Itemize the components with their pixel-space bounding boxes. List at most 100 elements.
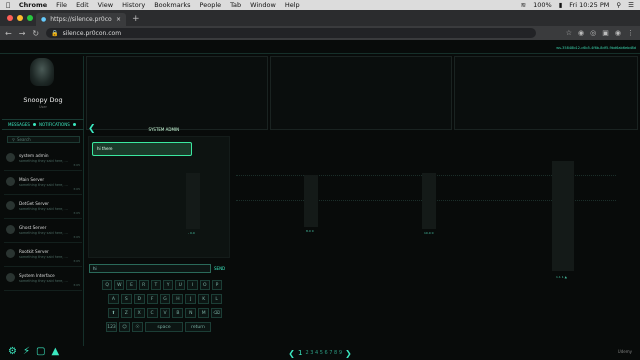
list-item[interactable]: DetGet Server something they said here, .… [4,195,82,219]
wifi-icon[interactable]: ≋ [521,1,526,9]
key[interactable]: J [185,294,197,304]
key[interactable]: I [187,280,198,290]
clock[interactable]: Fri 10:25 PM [569,1,609,9]
close-window-icon[interactable] [7,15,13,21]
chat-title: SYSTEM ADMIN [148,126,180,132]
list-item[interactable]: Main Server something they said here, ...… [4,171,82,195]
avatar[interactable] [30,58,54,86]
key[interactable]: E [126,280,137,290]
emoji-key[interactable]: ☺ [119,322,130,332]
app-menu[interactable]: Chrome [19,1,47,9]
key[interactable]: B [172,308,184,318]
apple-menu-icon[interactable]:  [6,1,10,9]
key[interactable]: H [172,294,184,304]
key[interactable]: G [159,294,171,304]
key[interactable]: K [198,294,210,304]
menu-window[interactable]: Window [250,1,276,9]
key[interactable]: S [120,294,132,304]
globe-icon[interactable]: ☉ [132,322,143,332]
key[interactable]: Y [163,280,174,290]
contact-preview: something they said here, ... [19,159,68,163]
close-tab-icon[interactable]: × [116,16,121,23]
menu-edit[interactable]: Edit [76,1,89,9]
search-icon[interactable]: ⚲ [616,1,621,9]
shift-key[interactable]: ⬆ [108,308,119,318]
forward-icon[interactable]: → [19,29,26,38]
contact-list: system admin something they said here, ..… [4,147,82,291]
next-page-icon[interactable]: ❯ [345,349,352,358]
macos-menubar:  Chrome File Edit View History Bookmark… [0,0,640,10]
chat-input[interactable]: hi [89,264,211,273]
key[interactable]: W [114,280,125,290]
profile-avatar-icon[interactable]: ◉ [615,29,621,37]
return-key[interactable]: return [185,322,211,332]
menu-file[interactable]: File [56,1,67,9]
key[interactable]: R [138,280,149,290]
back-icon[interactable]: ← [5,29,12,38]
key[interactable]: O [199,280,210,290]
extension-icon-3[interactable]: ▣ [602,29,609,37]
app-page: ws-35848b12-c6b5-4f6b-8df5-9bd6ab6ebd8d … [0,40,640,360]
key[interactable]: X [133,308,145,318]
menu-list-icon[interactable]: ☰ [628,1,634,9]
top-panel-2 [270,56,452,130]
more-menu-icon[interactable]: ⋮ [627,29,634,37]
menu-history[interactable]: History [122,1,145,9]
contact-avatar [6,225,15,234]
key[interactable]: T [150,280,162,290]
key[interactable]: Q [102,280,113,290]
key[interactable]: U [175,280,186,290]
key[interactable]: N [185,308,197,318]
tab-messages[interactable]: MESSAGES [8,122,30,127]
list-item[interactable]: System Interface something they said here… [4,267,82,291]
key[interactable]: Z [120,308,132,318]
current-page[interactable]: 1 [298,349,302,357]
menu-people[interactable]: People [200,1,222,9]
numbers-key[interactable]: 123 [106,322,117,332]
key[interactable]: P [211,280,223,290]
new-tab-button[interactable]: + [132,14,140,24]
page-numbers[interactable]: 2 3 4 5 6 7 8 9 [305,350,342,356]
list-item[interactable]: system admin something they said here, ..… [4,147,82,171]
send-button[interactable]: SEND [214,266,225,271]
prev-page-icon[interactable]: ❮ [288,349,295,358]
key[interactable]: V [159,308,171,318]
space-key[interactable]: space [145,322,183,332]
messages-dot-icon [32,123,36,126]
key[interactable]: F [146,294,158,304]
list-item[interactable]: Rootkit Server something they said here, … [4,243,82,267]
sidebar: Snoopy Dog User MESSAGES NOTIFICATIONS ⚲… [2,56,84,357]
contact-avatar [6,273,15,282]
keyboard-row: ⬆ Z X C V B N M ⌫ [102,308,223,318]
battery-percent[interactable]: 100% [533,1,552,9]
menu-tab[interactable]: Tab [230,1,241,9]
minimize-window-icon[interactable] [17,15,23,21]
key[interactable]: L [211,294,223,304]
graph-label: 10.0 0 [424,231,434,235]
back-arrow-icon[interactable]: ❮ [88,124,96,134]
extension-icon[interactable]: ◉ [578,29,584,37]
menu-bookmarks[interactable]: Bookmarks [154,1,190,9]
key[interactable]: D [133,294,145,304]
address-bar[interactable]: 🔒 silence.pr0con.com [46,28,537,38]
key[interactable]: C [146,308,158,318]
list-item[interactable]: Ghost Server something they said here, ..… [4,219,82,243]
browser-tab[interactable]: ● https://silence.pr0con.com × [36,13,126,26]
extension-icon-2[interactable]: ◎ [590,29,596,37]
maximize-window-icon[interactable] [27,15,33,21]
backspace-key[interactable]: ⌫ [211,308,223,318]
tab-notifications[interactable]: NOTIFICATIONS [39,122,70,127]
bookmark-star-icon[interactable]: ☆ [566,29,572,37]
session-id: ws-35848b12-c6b5-4f6b-8df5-9bd6ab6ebd8d [556,46,636,50]
search-input[interactable]: ⚲ Search [7,136,80,143]
key[interactable]: M [198,308,210,318]
contact-time: 3:05 [73,259,80,263]
key[interactable]: A [108,294,119,304]
menu-view[interactable]: View [98,1,113,9]
session-header: ws-35848b12-c6b5-4f6b-8df5-9bd6ab6ebd8d [0,40,640,54]
pagination: ❮ 1 2 3 4 5 6 7 8 9 ❯ [0,348,640,358]
reload-icon[interactable]: ↻ [32,29,39,38]
contact-time: 3:05 [73,283,80,287]
battery-icon: ▮ [558,1,563,9]
menu-help[interactable]: Help [285,1,300,9]
